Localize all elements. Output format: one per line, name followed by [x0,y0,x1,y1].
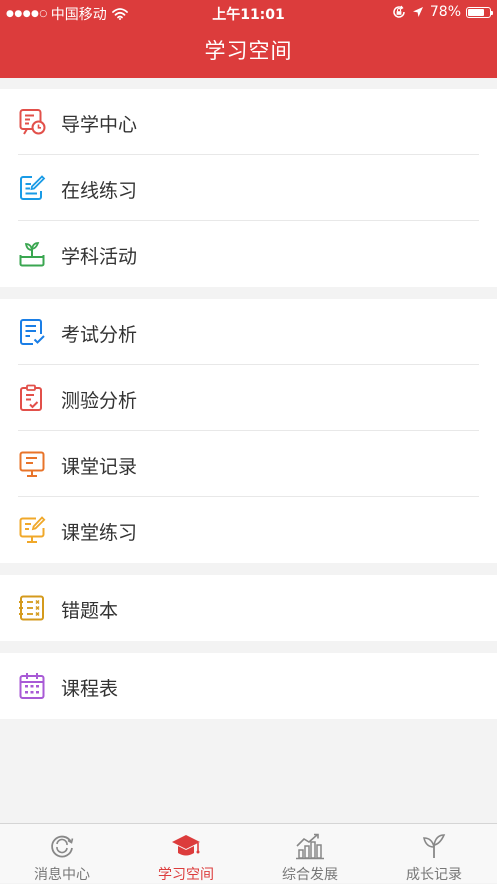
tab-label: 学习空间 [158,867,214,883]
tab-label: 消息中心 [34,867,90,883]
menu-item-label: 课堂练习 [61,522,138,544]
tab-development[interactable]: 综合发展 [248,824,372,884]
menu-item-label: 错题本 [61,600,119,622]
menu-item-subject-activity[interactable]: 学科活动 [0,221,497,287]
menu-item-wrong-questions[interactable]: 错题本 [0,575,497,641]
menu-group-1: 导学中心 在线练习 学科活动 [0,89,497,287]
edit-doc-icon [20,175,46,200]
menu-group-3: 错题本 [0,575,497,641]
doc-check-icon [20,319,45,345]
page-title: 学习空间 [204,39,293,63]
header: ●●●●○ 中国移动 上午11:01 78% 学习空间 [0,0,497,78]
menu-item-label: 课程表 [61,678,119,700]
rotation-lock-icon [393,5,405,18]
menu-item-label: 考试分析 [61,324,138,346]
battery-fill [468,8,484,16]
menu-item-guide-center[interactable]: 导学中心 [0,89,497,155]
clipboard-check-icon [20,384,42,411]
menu-group-4: 课程表 [0,653,497,719]
battery-percent: 78% [429,4,461,20]
growth-chart-icon [296,833,324,860]
tab-label: 成长记录 [406,867,462,883]
menu-item-quiz-analysis[interactable]: 测验分析 [0,365,497,431]
menu-item-timetable[interactable]: 课程表 [0,653,497,719]
menu-item-class-record[interactable]: 课堂记录 [0,431,497,497]
menu-item-label: 在线练习 [61,180,138,202]
message-refresh-icon [51,835,74,858]
menu-group-2: 考试分析 测验分析 课堂记录 课堂练习 [0,299,497,563]
tab-bar: 消息中心 学习空间 综合发展 成长记录 [0,823,497,883]
menu-item-label: 导学中心 [61,114,138,136]
tab-label: 综合发展 [282,867,338,883]
wrong-list-icon [19,595,44,621]
board-edit-icon [19,516,46,543]
status-bar: ●●●●○ 中国移动 上午11:01 78% [0,0,497,26]
menu-item-class-practice[interactable]: 课堂练习 [0,497,497,563]
location-arrow-icon [412,7,423,17]
guide-board-clock-icon [19,109,46,135]
menu-item-label: 课堂记录 [61,456,138,478]
calendar-icon [19,673,45,699]
tab-message-center[interactable]: 消息中心 [0,824,124,884]
menu-item-exam-analysis[interactable]: 考试分析 [0,299,497,365]
board-record-icon [19,451,45,477]
sprout-icon [423,834,446,858]
battery-icon [466,6,493,18]
tab-growth-record[interactable]: 成长记录 [372,824,496,884]
menu-item-label: 学科活动 [61,246,138,268]
tab-study-space[interactable]: 学习空间 [124,824,248,884]
sprout-box-icon [19,242,45,267]
menu-item-online-practice[interactable]: 在线练习 [0,155,497,221]
menu-item-label: 测验分析 [61,390,138,412]
graduation-cap-icon [172,835,200,856]
